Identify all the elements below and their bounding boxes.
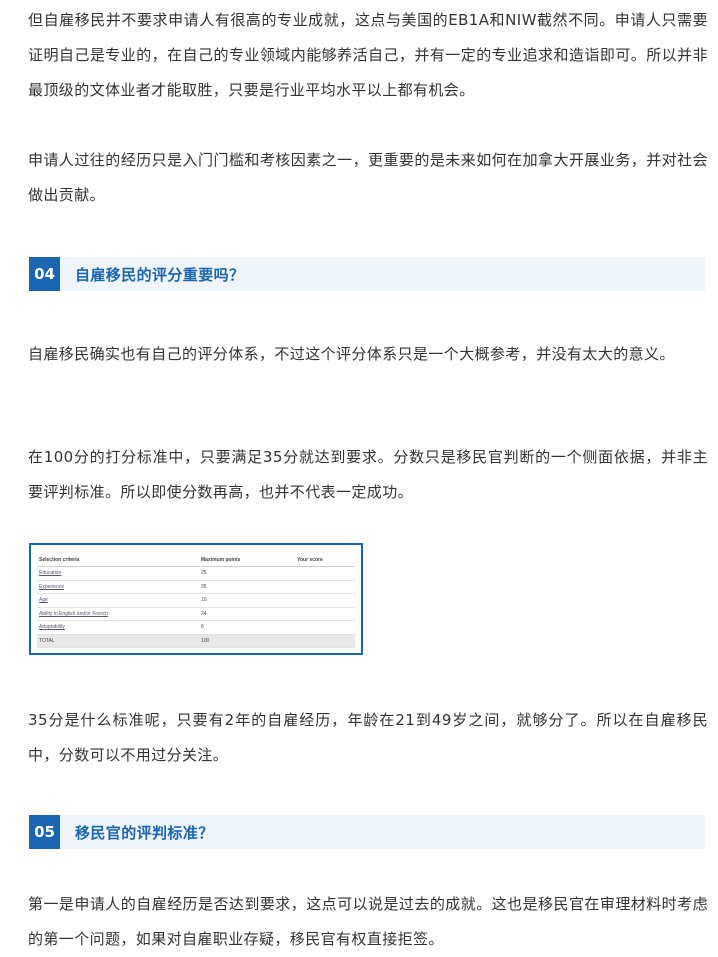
criteria-language[interactable]: Ability in English and/or French [37,607,199,621]
score-table-image: Selection criteria Maximum points Your s… [29,543,363,655]
table-row: Age 10 [37,593,355,608]
criteria-experience[interactable]: Experience [37,580,199,594]
criteria-education[interactable]: Education [37,566,199,581]
header-max-points: Maximum points [199,554,295,567]
section-title: 自雇移民的评分重要吗？ [75,265,245,284]
max-points-cell: 10 [199,593,295,608]
table-total-row: TOTAL 100 [37,634,355,648]
table-row: Adaptability 6 [37,620,355,635]
criteria-adaptability[interactable]: Adaptability [37,620,199,635]
your-score-cell [295,607,355,621]
section-header-04: 04 自雇移民的评分重要吗？ [29,257,705,291]
max-points-total: 100 [199,634,295,648]
score-table: Selection criteria Maximum points Your s… [37,554,355,648]
your-score-total [295,634,355,648]
paragraph-first-criterion: 第一是申请人的自雇经历是否达到要求，这点可以说是过去的成就。这也是移民官在审理材… [28,895,708,948]
max-points-cell: 25 [199,566,295,581]
table-row: Ability in English and/or French 24 [37,607,355,621]
paragraph-score-system: 自雇移民确实也有自己的评分体系，不过这个评分体系只是一个大概参考，并没有太大的意… [28,345,675,363]
paragraph-score-standard: 在100分的打分标准中，只要满足35分就达到要求。分数只是移民官判断的一个侧面依… [28,448,708,501]
paragraph-experience: 申请人过往的经历只是入门门槛和考核因素之一，更重要的是未来如何在加拿大开展业务，… [28,151,708,204]
your-score-cell [295,580,355,594]
header-criteria: Selection criteria [37,554,199,567]
paragraph-intro: 但自雇移民并不要求申请人有很高的专业成就，这点与美国的EB1A和NIW截然不同。… [28,11,708,99]
section-header-05: 05 移民官的评判标准？ [29,815,705,849]
table-row: Experience 35 [37,580,355,594]
header-your-score: Your score [295,554,355,567]
your-score-cell [295,566,355,581]
section-number: 05 [29,815,60,849]
table-header-row: Selection criteria Maximum points Your s… [37,554,355,567]
criteria-total: TOTAL [37,634,199,648]
your-score-cell [295,593,355,608]
max-points-cell: 24 [199,607,295,621]
section-title: 移民官的评判标准？ [75,823,214,842]
your-score-cell [295,620,355,635]
paragraph-35-points: 35分是什么标准呢，只要有2年的自雇经历，年龄在21到49岁之间，就够分了。所以… [28,711,708,764]
criteria-age[interactable]: Age [37,593,199,608]
table-row: Education 25 [37,566,355,581]
max-points-cell: 35 [199,580,295,594]
max-points-cell: 6 [199,620,295,635]
section-number: 04 [29,257,60,291]
